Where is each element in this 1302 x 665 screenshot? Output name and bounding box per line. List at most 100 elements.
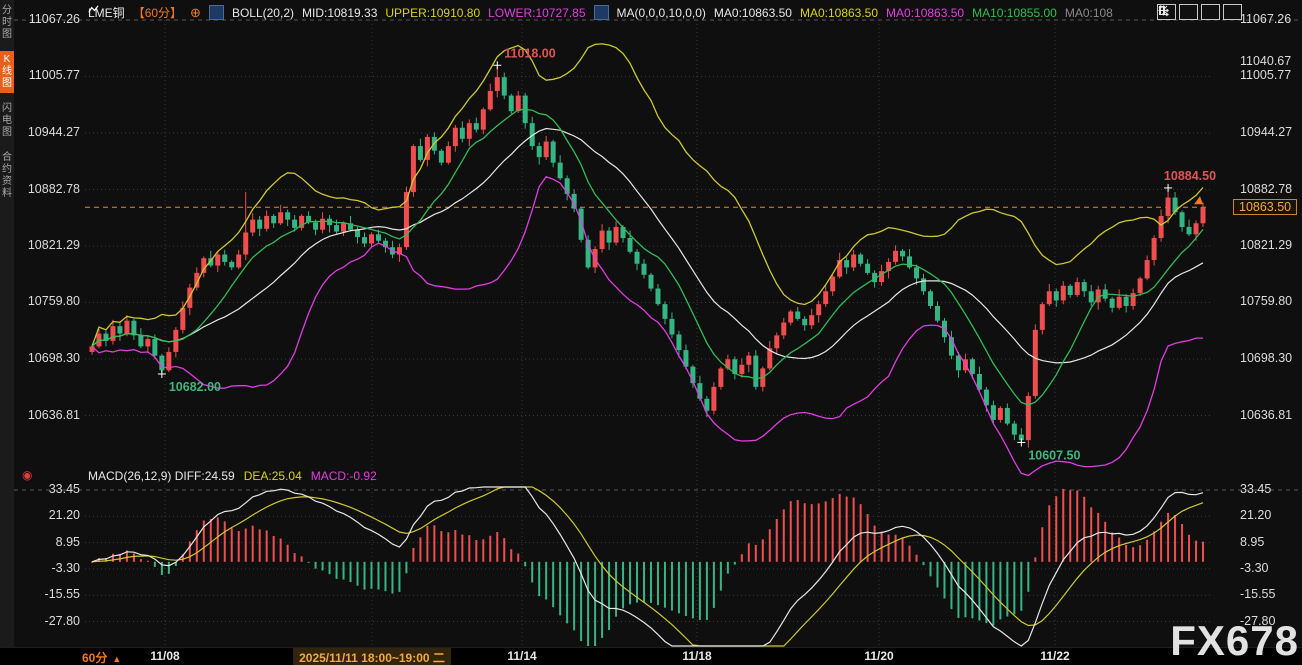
macd-bar: [1013, 562, 1015, 614]
candle-body: [851, 255, 856, 268]
sidebar-tab-2[interactable]: K线图: [0, 51, 14, 93]
macd-bar: [1111, 532, 1113, 561]
macd-bar: [559, 562, 561, 616]
trading-terminal-window: 11018.0010682.0010884.5010607.50 分时图K线图闪…: [0, 0, 1302, 665]
macd-bar: [811, 504, 813, 562]
candle-body: [1187, 227, 1192, 234]
candle-body: [648, 275, 653, 289]
macd-bar: [846, 497, 848, 562]
annotation-label: 10884.50: [1164, 169, 1216, 183]
candle-body: [676, 334, 681, 350]
candle-body: [355, 230, 360, 237]
macd-bar: [154, 562, 156, 567]
left-axis-label: 10944.27: [14, 125, 84, 139]
macd-bar: [678, 562, 680, 613]
right-axis-label: 10821.29: [1240, 238, 1292, 252]
macd-bar: [482, 539, 484, 561]
left-axis-label: 11067.26: [14, 12, 84, 26]
candle-body: [823, 291, 828, 304]
candle-body: [900, 251, 905, 257]
macd-bar: [943, 562, 945, 599]
candle-body: [1159, 216, 1164, 238]
candle-body: [600, 231, 605, 249]
candle-body: [635, 252, 640, 264]
left-axis-label: 21.20: [14, 508, 84, 522]
indicator-value: MA10:10855.00: [972, 6, 1057, 20]
annotation-label: 10607.50: [1028, 448, 1080, 462]
main-chart[interactable]: 11018.0010682.0010884.5010607.50: [0, 0, 1302, 665]
chart-type-sidebar: 分时图 K线图闪电图合约资料: [0, 0, 14, 647]
candle-body: [1047, 291, 1052, 304]
macd-bar: [259, 529, 261, 561]
left-axis-label: 11005.77: [14, 68, 84, 82]
macd-bar: [769, 529, 771, 562]
candle-body: [1152, 238, 1157, 260]
macd-bar: [727, 562, 729, 574]
macd-bar: [391, 562, 393, 594]
left-axis-label: 33.45: [14, 482, 84, 496]
candle-body: [1194, 223, 1199, 234]
candle-body: [537, 146, 542, 157]
scale-x-axis-icon[interactable]: [1201, 4, 1220, 20]
macd-bar: [1139, 545, 1141, 562]
last-price-arrow-icon: [1194, 196, 1203, 204]
chart-toolbar: [1157, 4, 1242, 20]
watermark: FX678: [1170, 620, 1299, 662]
macd-bar: [916, 555, 918, 562]
candle-body: [1131, 293, 1136, 306]
interval-selector[interactable]: 60分▲: [82, 649, 121, 665]
macd-bar: [909, 546, 911, 562]
macd-bar: [1125, 545, 1127, 562]
macd-bar: [419, 537, 421, 561]
macd-bar: [433, 525, 435, 562]
candle-body: [1089, 291, 1094, 302]
sidebar-tab-1[interactable]: 分时图: [0, 2, 14, 44]
candle-body: [579, 209, 584, 240]
macd-bar: [1188, 535, 1190, 562]
macd-bar: [825, 501, 827, 561]
macd-bar: [790, 501, 792, 562]
candle-body: [1117, 297, 1122, 308]
macd-bar: [538, 562, 540, 596]
candle-body: [369, 234, 374, 243]
macd-bar: [315, 562, 317, 569]
candle-body: [516, 96, 521, 112]
macd-bar: [370, 562, 372, 589]
macd-bar: [776, 519, 778, 562]
grid-lines: [14, 20, 1302, 647]
candle-body: [222, 255, 227, 262]
candle-body: [320, 219, 325, 230]
indicator-value: 【60分】: [133, 4, 182, 21]
candle-body: [1040, 304, 1045, 330]
macd-bar: [1146, 540, 1148, 562]
annotation-label: 11018.00: [504, 46, 555, 60]
candle-body: [1061, 286, 1066, 301]
indicator-value: UPPER:10910.80: [385, 6, 480, 20]
macd-bar: [1090, 507, 1092, 561]
candle-body: [1012, 424, 1017, 435]
macd-bar: [573, 562, 575, 631]
macd-bar: [252, 526, 254, 562]
macd-bar: [971, 562, 973, 619]
sidebar-tab-3[interactable]: 闪电图: [0, 100, 14, 142]
candle-body: [152, 339, 157, 356]
macd-bar: [950, 562, 952, 609]
macd-bar: [112, 554, 114, 562]
macd-bar: [496, 532, 498, 562]
candle-body: [746, 356, 751, 365]
candle-body: [446, 146, 451, 163]
candle-body: [488, 91, 493, 109]
sidebar-tab-4[interactable]: 合约资料: [0, 149, 14, 203]
macd-bar: [1097, 513, 1099, 562]
macd-bar: [210, 519, 212, 562]
macd-dea-line: [92, 487, 1203, 646]
macd-bar: [273, 536, 275, 562]
scale-y-axis-icon[interactable]: [1179, 4, 1198, 20]
candle-body: [502, 77, 507, 95]
macd-bar: [936, 562, 938, 588]
candle-body: [893, 251, 898, 262]
macd-bar: [929, 562, 931, 577]
candle-body: [928, 291, 933, 306]
right-axis-label: 11040.67: [1240, 54, 1291, 68]
candle-body: [809, 315, 814, 325]
